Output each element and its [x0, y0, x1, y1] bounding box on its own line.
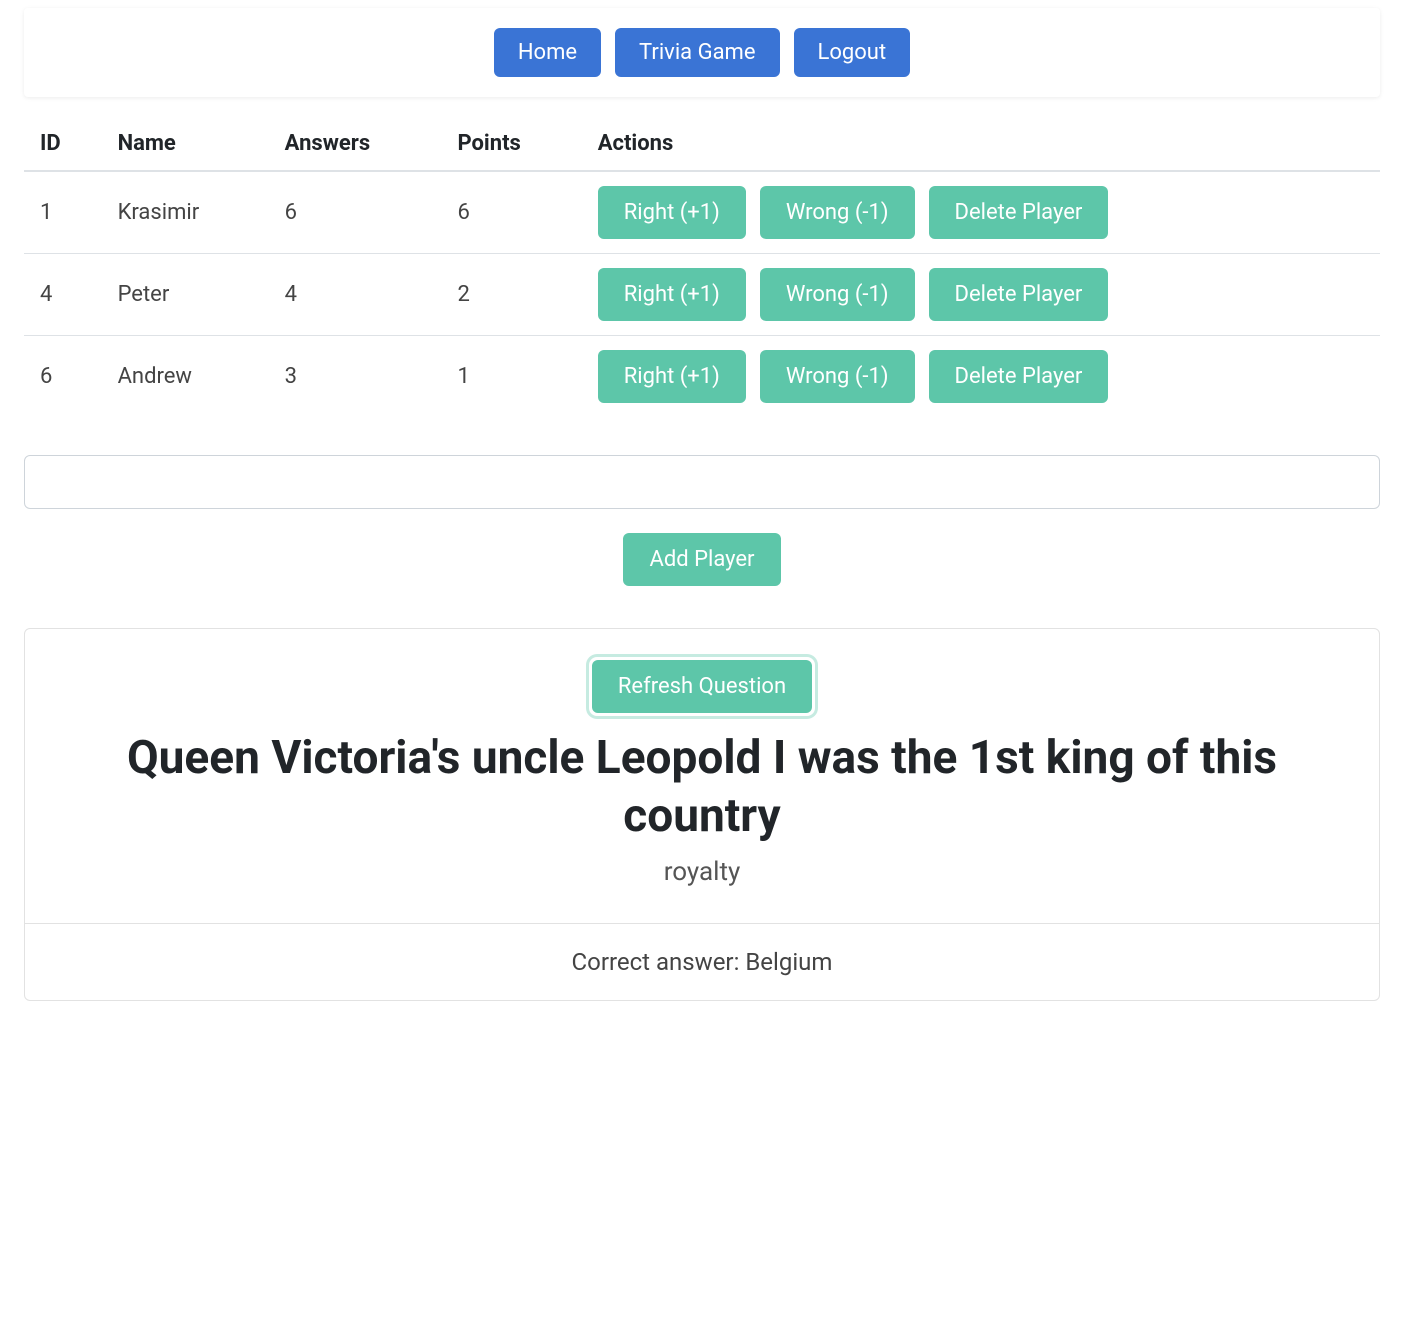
nav-trivia-button[interactable]: Trivia Game	[615, 28, 779, 77]
question-category: royalty	[65, 857, 1339, 887]
add-player-row: Add Player	[24, 533, 1380, 586]
wrong-button[interactable]: Wrong (-1)	[760, 186, 915, 239]
actions-wrap: Right (+1) Wrong (-1) Delete Player	[598, 268, 1364, 321]
cell-points: 1	[441, 336, 581, 418]
th-id: ID	[24, 117, 102, 171]
right-button[interactable]: Right (+1)	[598, 186, 746, 239]
nav-home-button[interactable]: Home	[494, 28, 601, 77]
add-player-button[interactable]: Add Player	[623, 533, 780, 586]
cell-name: Peter	[102, 254, 269, 336]
players-table: ID Name Answers Points Actions 1Krasimir…	[24, 117, 1380, 417]
cell-id: 1	[24, 171, 102, 254]
navbar: Home Trivia Game Logout	[24, 8, 1380, 97]
cell-actions: Right (+1) Wrong (-1) Delete Player	[582, 171, 1380, 254]
actions-wrap: Right (+1) Wrong (-1) Delete Player	[598, 186, 1364, 239]
nav-logout-button[interactable]: Logout	[794, 28, 911, 77]
th-points: Points	[441, 117, 581, 171]
cell-actions: Right (+1) Wrong (-1) Delete Player	[582, 336, 1380, 418]
th-actions: Actions	[582, 117, 1380, 171]
answer-label: Correct answer:	[572, 948, 746, 976]
wrong-button[interactable]: Wrong (-1)	[760, 268, 915, 321]
cell-answers: 4	[269, 254, 442, 336]
cell-name: Andrew	[102, 336, 269, 418]
cell-id: 6	[24, 336, 102, 418]
question-card-body: Refresh Question Queen Victoria's uncle …	[25, 629, 1379, 923]
wrong-button[interactable]: Wrong (-1)	[760, 350, 915, 403]
refresh-button-focus-ring: Refresh Question	[589, 657, 815, 716]
table-row: 1Krasimir66Right (+1)Wrong (-1)Delete Pl…	[24, 171, 1380, 254]
delete-player-button[interactable]: Delete Player	[929, 350, 1109, 403]
actions-wrap: Right (+1) Wrong (-1) Delete Player	[598, 350, 1364, 403]
delete-player-button[interactable]: Delete Player	[929, 268, 1109, 321]
cell-points: 2	[441, 254, 581, 336]
add-player-input-row	[24, 455, 1380, 509]
cell-name: Krasimir	[102, 171, 269, 254]
right-button[interactable]: Right (+1)	[598, 350, 746, 403]
table-row: 6Andrew31 Right (+1) Wrong (-1) Delete Play…	[24, 336, 1380, 418]
cell-answers: 3	[269, 336, 442, 418]
th-answers: Answers	[269, 117, 442, 171]
question-text: Queen Victoria's uncle Leopold I was the…	[65, 730, 1339, 845]
cell-answers: 6	[269, 171, 442, 254]
question-card-footer: Correct answer: Belgium	[25, 923, 1379, 1000]
player-name-input[interactable]	[24, 455, 1380, 509]
table-row: 4Peter42Right (+1)Wrong (-1)Delete Playe…	[24, 254, 1380, 336]
th-name: Name	[102, 117, 269, 171]
cell-actions: Right (+1) Wrong (-1) Delete Player	[582, 254, 1380, 336]
answer-value: Belgium	[745, 948, 832, 976]
question-card: Refresh Question Queen Victoria's uncle …	[24, 628, 1380, 1001]
cell-id: 4	[24, 254, 102, 336]
refresh-question-button[interactable]: Refresh Question	[592, 660, 812, 713]
cell-points: 6	[441, 171, 581, 254]
right-button[interactable]: Right (+1)	[598, 268, 746, 321]
delete-player-button[interactable]: Delete Player	[929, 186, 1109, 239]
